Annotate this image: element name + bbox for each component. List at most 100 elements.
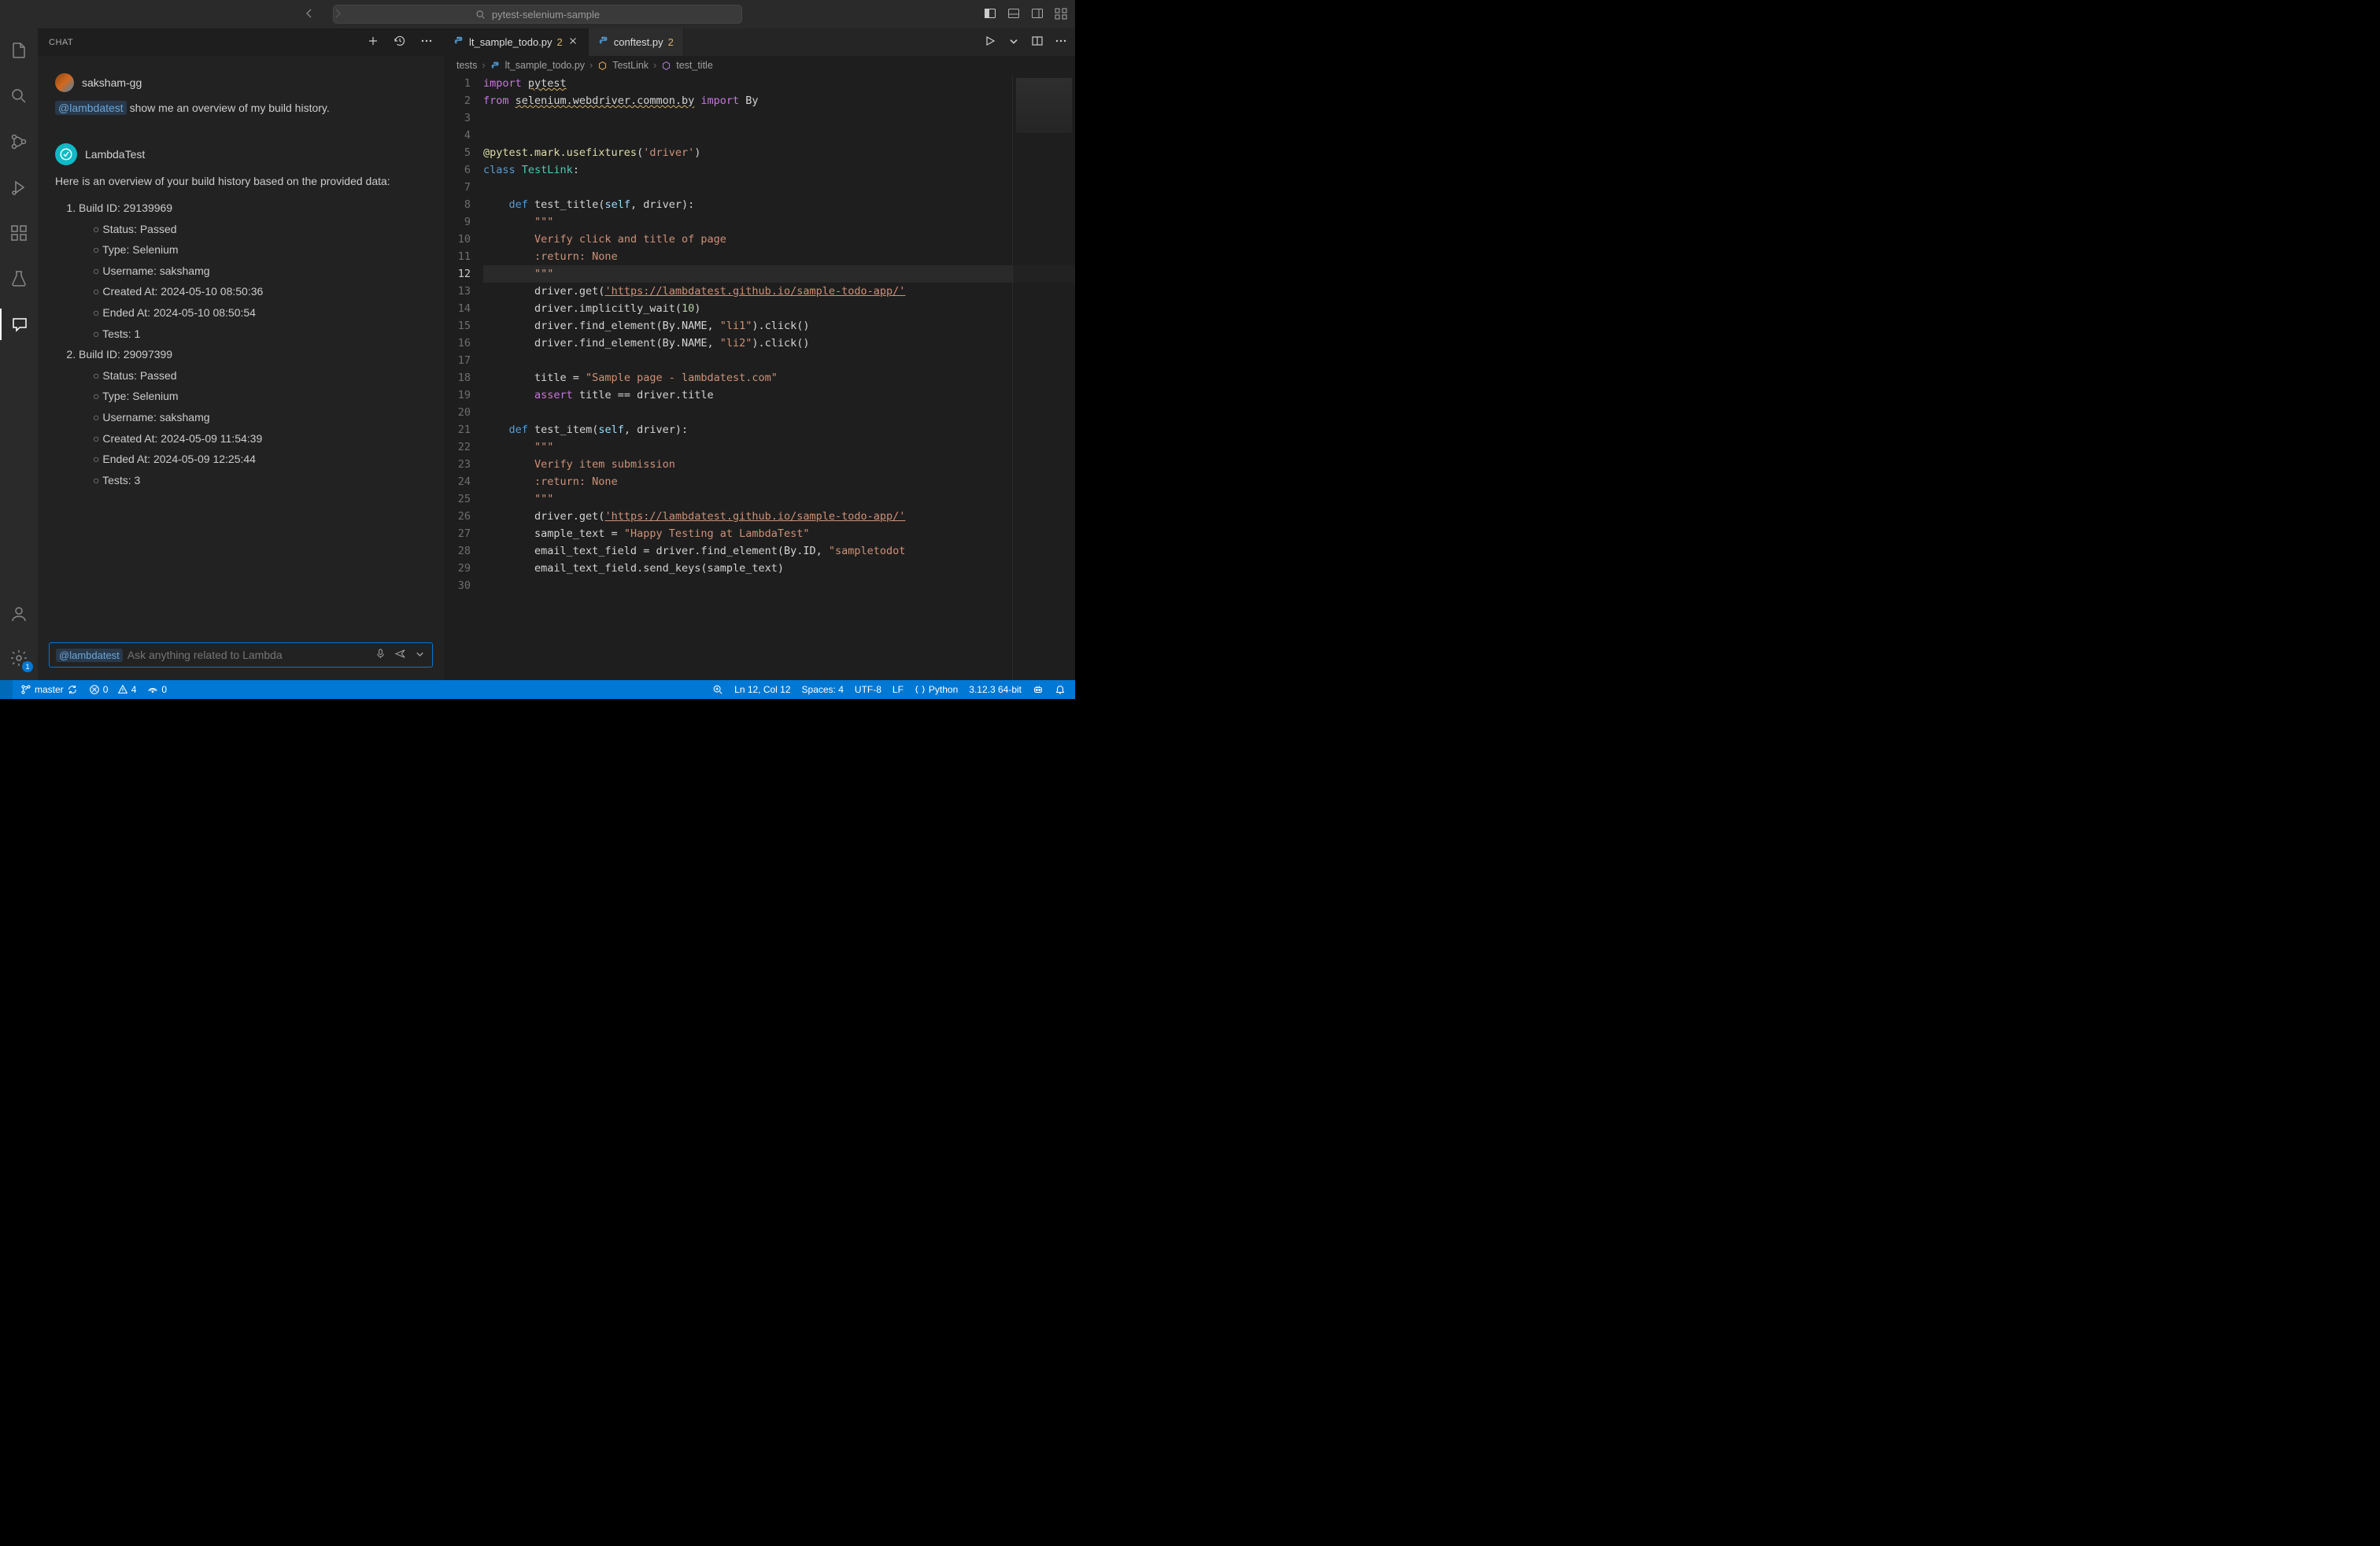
editor-area: lt_sample_todo.py 2 conftest.py 2 tests … xyxy=(444,28,1075,680)
update-badge: 1 xyxy=(22,661,33,672)
line-gutter: 1234567891011121314151617181920212223242… xyxy=(444,75,483,680)
code-content[interactable]: import pytest from selenium.webdriver.co… xyxy=(483,75,1075,680)
notifications-icon[interactable] xyxy=(1055,684,1066,695)
extensions-view-icon[interactable] xyxy=(0,217,38,249)
settings-gear-icon[interactable]: 1 xyxy=(0,642,38,674)
chat-input-field[interactable] xyxy=(128,649,370,661)
toggle-secondary-sidebar-icon[interactable] xyxy=(1031,7,1044,22)
breadcrumb-file[interactable]: lt_sample_todo.py xyxy=(505,60,585,71)
encoding[interactable]: UTF-8 xyxy=(855,684,881,695)
search-icon xyxy=(475,9,486,20)
nav-forward-icon[interactable] xyxy=(331,7,344,22)
source-control-view-icon[interactable] xyxy=(0,126,38,157)
build-item: Build ID: 29139969Status: PassedType: Se… xyxy=(79,198,427,344)
bot-avatar xyxy=(55,143,77,165)
breadcrumb-folder[interactable]: tests xyxy=(456,60,477,71)
minimap[interactable] xyxy=(1012,75,1075,680)
run-debug-view-icon[interactable] xyxy=(0,172,38,203)
bot-intro: Here is an overview of your build histor… xyxy=(55,173,427,190)
ports-indicator[interactable]: 0 xyxy=(147,684,167,695)
python-interpreter[interactable]: 3.12.3 64-bit xyxy=(969,684,1022,695)
breadcrumb-method[interactable]: test_title xyxy=(676,60,713,71)
copilot-icon[interactable] xyxy=(1033,684,1044,695)
more-icon[interactable] xyxy=(420,35,433,50)
breadcrumb-class[interactable]: TestLink xyxy=(612,60,649,71)
search-text: pytest-selenium-sample xyxy=(492,9,600,20)
python-file-icon xyxy=(598,35,609,49)
tabs-bar: lt_sample_todo.py 2 conftest.py 2 xyxy=(444,28,1075,56)
build-detail: Type: Selenium xyxy=(93,386,427,407)
search-view-icon[interactable] xyxy=(0,80,38,112)
tab-lt-sample-todo[interactable]: lt_sample_todo.py 2 xyxy=(444,28,589,56)
status-bar: master 0 4 0 Ln 12, Col 12 Spaces: 4 UTF… xyxy=(0,680,1075,699)
problems-indicator[interactable]: 0 4 xyxy=(89,684,137,695)
build-detail: Ended At: 2024-05-09 12:25:44 xyxy=(93,449,427,470)
user-name: saksham-gg xyxy=(82,76,142,89)
sidebar-header: CHAT xyxy=(38,28,444,56)
send-dropdown-icon[interactable] xyxy=(414,648,426,662)
layout-controls xyxy=(984,7,1067,22)
send-icon[interactable] xyxy=(394,648,406,662)
tab-conftest[interactable]: conftest.py 2 xyxy=(589,28,684,56)
input-mention: @lambdatest xyxy=(56,649,123,662)
class-symbol-icon xyxy=(597,61,608,71)
title-bar: pytest-selenium-sample xyxy=(0,0,1075,28)
new-chat-icon[interactable] xyxy=(367,35,379,50)
code-editor[interactable]: 1234567891011121314151617181920212223242… xyxy=(444,75,1075,680)
tab-modified-count: 2 xyxy=(557,36,563,48)
user-message: saksham-gg @lambdatest show me an overvi… xyxy=(38,67,444,123)
run-dropdown-icon[interactable] xyxy=(1007,35,1020,50)
toggle-panel-icon[interactable] xyxy=(1007,7,1020,22)
eol[interactable]: LF xyxy=(893,684,904,695)
build-detail: Username: sakshamg xyxy=(93,407,427,428)
chat-view-icon[interactable] xyxy=(0,309,38,340)
bot-name: LambdaTest xyxy=(85,148,145,161)
more-actions-icon[interactable] xyxy=(1055,35,1067,50)
tab-modified-count: 2 xyxy=(668,36,674,48)
explorer-view-icon[interactable] xyxy=(0,35,38,66)
git-branch[interactable]: master xyxy=(20,684,78,695)
build-detail: Ended At: 2024-05-10 08:50:54 xyxy=(93,302,427,324)
chat-input-wrap: @lambdatest xyxy=(38,636,444,680)
build-detail: Status: Passed xyxy=(93,219,427,240)
build-detail: Created At: 2024-05-09 11:54:39 xyxy=(93,428,427,449)
user-avatar xyxy=(55,73,74,92)
python-file-icon xyxy=(490,61,501,71)
user-mention: @lambdatest xyxy=(55,101,127,115)
bot-message: LambdaTest Here is an overview of your b… xyxy=(38,137,444,497)
mic-icon[interactable] xyxy=(375,648,386,662)
testing-view-icon[interactable] xyxy=(0,263,38,294)
split-editor-icon[interactable] xyxy=(1031,35,1044,50)
build-detail: Created At: 2024-05-10 08:50:36 xyxy=(93,281,427,302)
build-detail: Type: Selenium xyxy=(93,239,427,261)
remote-indicator[interactable] xyxy=(0,680,13,699)
activity-bar: 1 xyxy=(0,28,38,680)
build-detail: Status: Passed xyxy=(93,365,427,386)
accounts-icon[interactable] xyxy=(0,598,38,630)
indentation[interactable]: Spaces: 4 xyxy=(802,684,844,695)
chat-sidebar: CHAT saksham-gg @lambdatest show me an o… xyxy=(38,28,444,680)
build-detail: Tests: 3 xyxy=(93,470,427,491)
toggle-primary-sidebar-icon[interactable] xyxy=(984,7,996,22)
zoom-icon[interactable] xyxy=(712,684,723,695)
cursor-position[interactable]: Ln 12, Col 12 xyxy=(734,684,790,695)
tab-name: conftest.py xyxy=(614,36,663,48)
run-icon[interactable] xyxy=(984,35,996,50)
build-item: Build ID: 29097399Status: PassedType: Se… xyxy=(79,344,427,490)
titlebar-nav xyxy=(303,7,344,22)
nav-back-icon[interactable] xyxy=(303,7,316,22)
builds-list: Build ID: 29139969Status: PassedType: Se… xyxy=(79,198,427,490)
chat-input[interactable]: @lambdatest xyxy=(49,642,433,668)
tab-name: lt_sample_todo.py xyxy=(469,36,552,48)
build-detail: Username: sakshamg xyxy=(93,261,427,282)
command-center-search[interactable]: pytest-selenium-sample xyxy=(333,5,742,24)
breadcrumb[interactable]: tests › lt_sample_todo.py › TestLink › t… xyxy=(444,56,1075,75)
customize-layout-icon[interactable] xyxy=(1055,7,1067,22)
method-symbol-icon xyxy=(661,61,671,71)
sync-icon[interactable] xyxy=(67,684,78,695)
build-detail: Tests: 1 xyxy=(93,324,427,345)
python-file-icon xyxy=(453,35,464,49)
history-icon[interactable] xyxy=(394,35,406,50)
language-mode[interactable]: Python xyxy=(915,684,958,695)
close-tab-icon[interactable] xyxy=(567,35,578,49)
